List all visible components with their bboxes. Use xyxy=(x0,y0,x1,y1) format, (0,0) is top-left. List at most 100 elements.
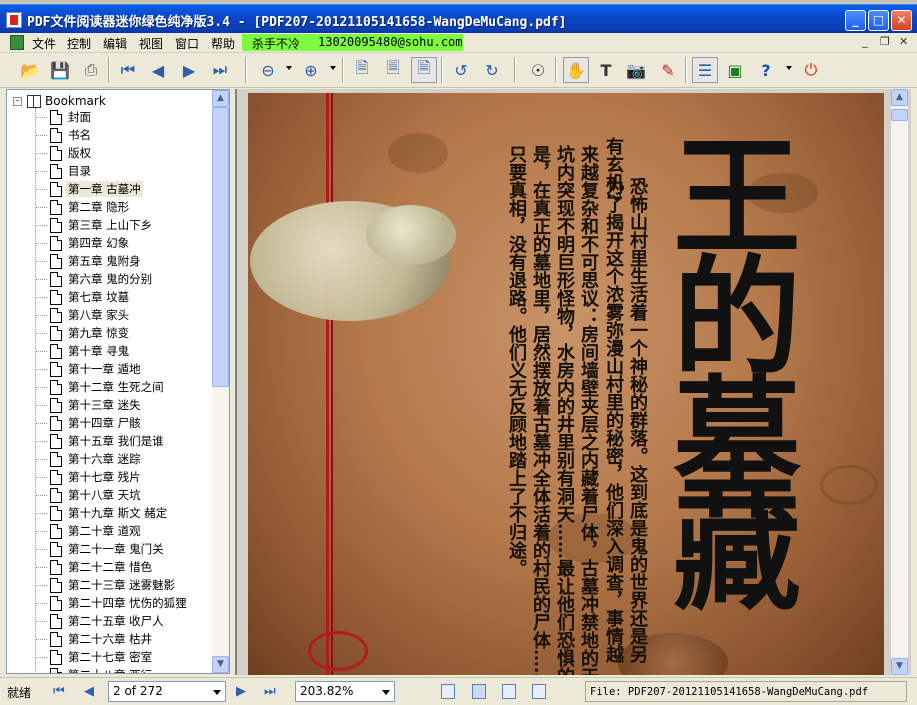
help-dropdown-icon[interactable] xyxy=(786,66,792,70)
scroll-up-button[interactable]: ▲ xyxy=(891,89,908,106)
bookmark-item[interactable]: 第十三章 迷失 xyxy=(35,396,143,414)
fit-page-icon[interactable]: 🗎 xyxy=(349,57,375,83)
bookmark-item[interactable]: 第十四章 尸骸 xyxy=(35,414,143,432)
scroll-thumb[interactable] xyxy=(212,107,229,387)
bookmark-item[interactable]: 第二十五章 收尸人 xyxy=(35,612,166,630)
maximize-button[interactable]: □ xyxy=(868,10,889,31)
scroll-thumb[interactable] xyxy=(891,109,908,121)
bookmark-item[interactable]: 第二十三章 迷雾魅影 xyxy=(35,576,177,594)
mdi-restore-button[interactable]: ❐ xyxy=(880,35,890,48)
bookmark-item[interactable]: 第二十七章 密室 xyxy=(35,648,154,666)
tree-line xyxy=(35,206,47,208)
bookmark-item[interactable]: 第二十一章 鬼门关 xyxy=(35,540,166,558)
zoom-in-icon[interactable]: ⊕ xyxy=(298,57,324,83)
bookmark-item[interactable]: 第二十章 道观 xyxy=(35,522,143,540)
zoom-combo[interactable]: 203.82% xyxy=(295,681,395,702)
highlight-icon[interactable]: ✎ xyxy=(655,57,681,83)
prev-page-icon[interactable]: ◀ xyxy=(145,57,171,83)
last-page-icon[interactable]: ⏭ xyxy=(264,684,276,699)
scroll-down-button[interactable]: ▼ xyxy=(891,658,908,675)
status-ready: 就绪 xyxy=(7,686,32,700)
mdi-minimize-button[interactable]: _ xyxy=(862,35,868,48)
prev-page-icon[interactable]: ◀ xyxy=(84,684,94,699)
snapshot-camera-icon[interactable]: 📷 xyxy=(623,57,649,83)
minimize-button[interactable]: _ xyxy=(845,10,866,31)
power-icon[interactable]: ⏻ xyxy=(798,57,824,83)
help-icon[interactable]: ? xyxy=(753,57,779,83)
chevron-down-icon[interactable] xyxy=(213,690,221,695)
hand-tool-icon[interactable]: ✋ xyxy=(563,57,589,83)
title-bar[interactable]: PDF文件阅读器迷你绿色纯净版3.4 - [PDF207-20121105141… xyxy=(0,4,917,33)
bookmark-item[interactable]: 第三章 上山下乡 xyxy=(35,216,154,234)
actual-size-icon[interactable]: 🗎 xyxy=(411,57,437,83)
bookmark-item[interactable]: 第四章 幻象 xyxy=(35,234,131,252)
first-page-icon[interactable]: ⏮ xyxy=(115,57,141,83)
bookmark-item[interactable]: 版权 xyxy=(35,144,93,162)
bookmark-item[interactable]: 第二十四章 忧伤的狐狸 xyxy=(35,594,189,612)
next-page-icon[interactable]: ▶ xyxy=(236,684,246,699)
menu-edit[interactable]: 编辑 xyxy=(103,35,127,52)
bookmark-item[interactable]: 第二十八章 西行 xyxy=(35,666,154,673)
bookmark-item[interactable]: 第九章 惊变 xyxy=(35,324,131,342)
first-page-icon[interactable]: ⏮ xyxy=(53,684,65,699)
bookmark-item[interactable]: 第二章 隐形 xyxy=(35,198,131,216)
bookmark-item[interactable]: 第七章 坟墓 xyxy=(35,288,131,306)
bookmark-root[interactable]: - Bookmark xyxy=(13,93,106,109)
bookmark-item[interactable]: 第十九章 斯文 赭定 xyxy=(35,504,169,522)
document-icon[interactable] xyxy=(10,35,24,50)
continuous-icon[interactable] xyxy=(472,684,486,699)
continuous-facing-icon[interactable] xyxy=(532,684,546,699)
scroll-up-button[interactable]: ▲ xyxy=(212,90,229,107)
menu-file[interactable]: 文件 xyxy=(32,35,56,52)
text-select-icon[interactable]: T xyxy=(593,57,619,83)
bookmark-item[interactable]: 第十七章 残片 xyxy=(35,468,143,486)
bookmark-item[interactable]: 第五章 鬼附身 xyxy=(35,252,143,270)
bookmark-item[interactable]: 第十六章 迷踪 xyxy=(35,450,143,468)
bookmark-scrollbar[interactable]: ▲ ▼ xyxy=(212,90,229,673)
bookmark-item[interactable]: 第二十二章 惜色 xyxy=(35,558,154,576)
zoom-in-dropdown-icon[interactable] xyxy=(330,66,336,70)
bookmark-item[interactable]: 第八章 家头 xyxy=(35,306,131,324)
bookmark-item[interactable]: 第十一章 遁地 xyxy=(35,360,143,378)
bookmark-item[interactable]: 目录 xyxy=(35,162,93,180)
collapse-toggle-icon[interactable]: - xyxy=(13,96,22,106)
bookmark-panel-icon[interactable]: ☰ xyxy=(692,57,718,83)
menu-help[interactable]: 帮助 xyxy=(211,35,235,52)
bookmark-item[interactable]: 第十八章 天坑 xyxy=(35,486,143,504)
facing-icon[interactable] xyxy=(502,684,516,699)
zoom-out-icon[interactable]: ⊖ xyxy=(255,57,281,83)
menu-window[interactable]: 窗口 xyxy=(175,35,199,52)
tree-line xyxy=(35,278,47,280)
document-scrollbar[interactable]: ▲ ▼ xyxy=(891,89,908,675)
thumbnail-panel-icon[interactable]: ▣ xyxy=(722,57,748,83)
document-view[interactable]: 王 的 墓 藏 恐怖山村里生活着一个神秘的群落。这到底是鬼的世界还是另 有玄机?… xyxy=(235,89,911,675)
find-binoculars-icon[interactable]: ☉ xyxy=(525,57,551,83)
fit-width-icon[interactable]: 🗏 xyxy=(380,57,406,83)
scroll-down-button[interactable]: ▼ xyxy=(212,656,229,673)
menu-view[interactable]: 视图 xyxy=(139,35,163,52)
page-combo[interactable]: 2 of 272 xyxy=(108,681,226,702)
bookmark-item[interactable]: 书名 xyxy=(35,126,93,144)
app-icon[interactable] xyxy=(6,12,22,28)
close-button[interactable]: ✕ xyxy=(891,10,912,31)
chevron-down-icon[interactable] xyxy=(382,690,390,695)
bookmark-item[interactable]: 封面 xyxy=(35,108,93,126)
single-page-icon[interactable] xyxy=(441,684,455,699)
menu-control[interactable]: 控制 xyxy=(67,35,91,52)
bookmark-item[interactable]: 第一章 古墓冲 xyxy=(35,180,143,198)
next-page-icon[interactable]: ▶ xyxy=(176,57,202,83)
pdf-page[interactable]: 王 的 墓 藏 恐怖山村里生活着一个神秘的群落。这到底是鬼的世界还是另 有玄机?… xyxy=(248,93,884,675)
print-icon[interactable]: ⎙ xyxy=(78,57,104,83)
mdi-close-button[interactable]: ✕ xyxy=(899,35,908,48)
zoom-out-dropdown-icon[interactable] xyxy=(286,66,292,70)
bookmark-item[interactable]: 第十五章 我们是谁 xyxy=(35,432,166,450)
bookmark-item[interactable]: 第十二章 生死之间 xyxy=(35,378,166,396)
rotate-left-icon[interactable]: ↺ xyxy=(448,57,474,83)
save-disk-icon[interactable]: 💾 xyxy=(47,57,73,83)
bookmark-item[interactable]: 第六章 鬼的分别 xyxy=(35,270,154,288)
last-page-icon[interactable]: ⏭ xyxy=(207,57,233,83)
bookmark-item[interactable]: 第十章 寻鬼 xyxy=(35,342,131,360)
bookmark-item[interactable]: 第二十六章 枯井 xyxy=(35,630,154,648)
open-folder-icon[interactable]: 📂 xyxy=(17,57,43,83)
rotate-right-icon[interactable]: ↻ xyxy=(479,57,505,83)
